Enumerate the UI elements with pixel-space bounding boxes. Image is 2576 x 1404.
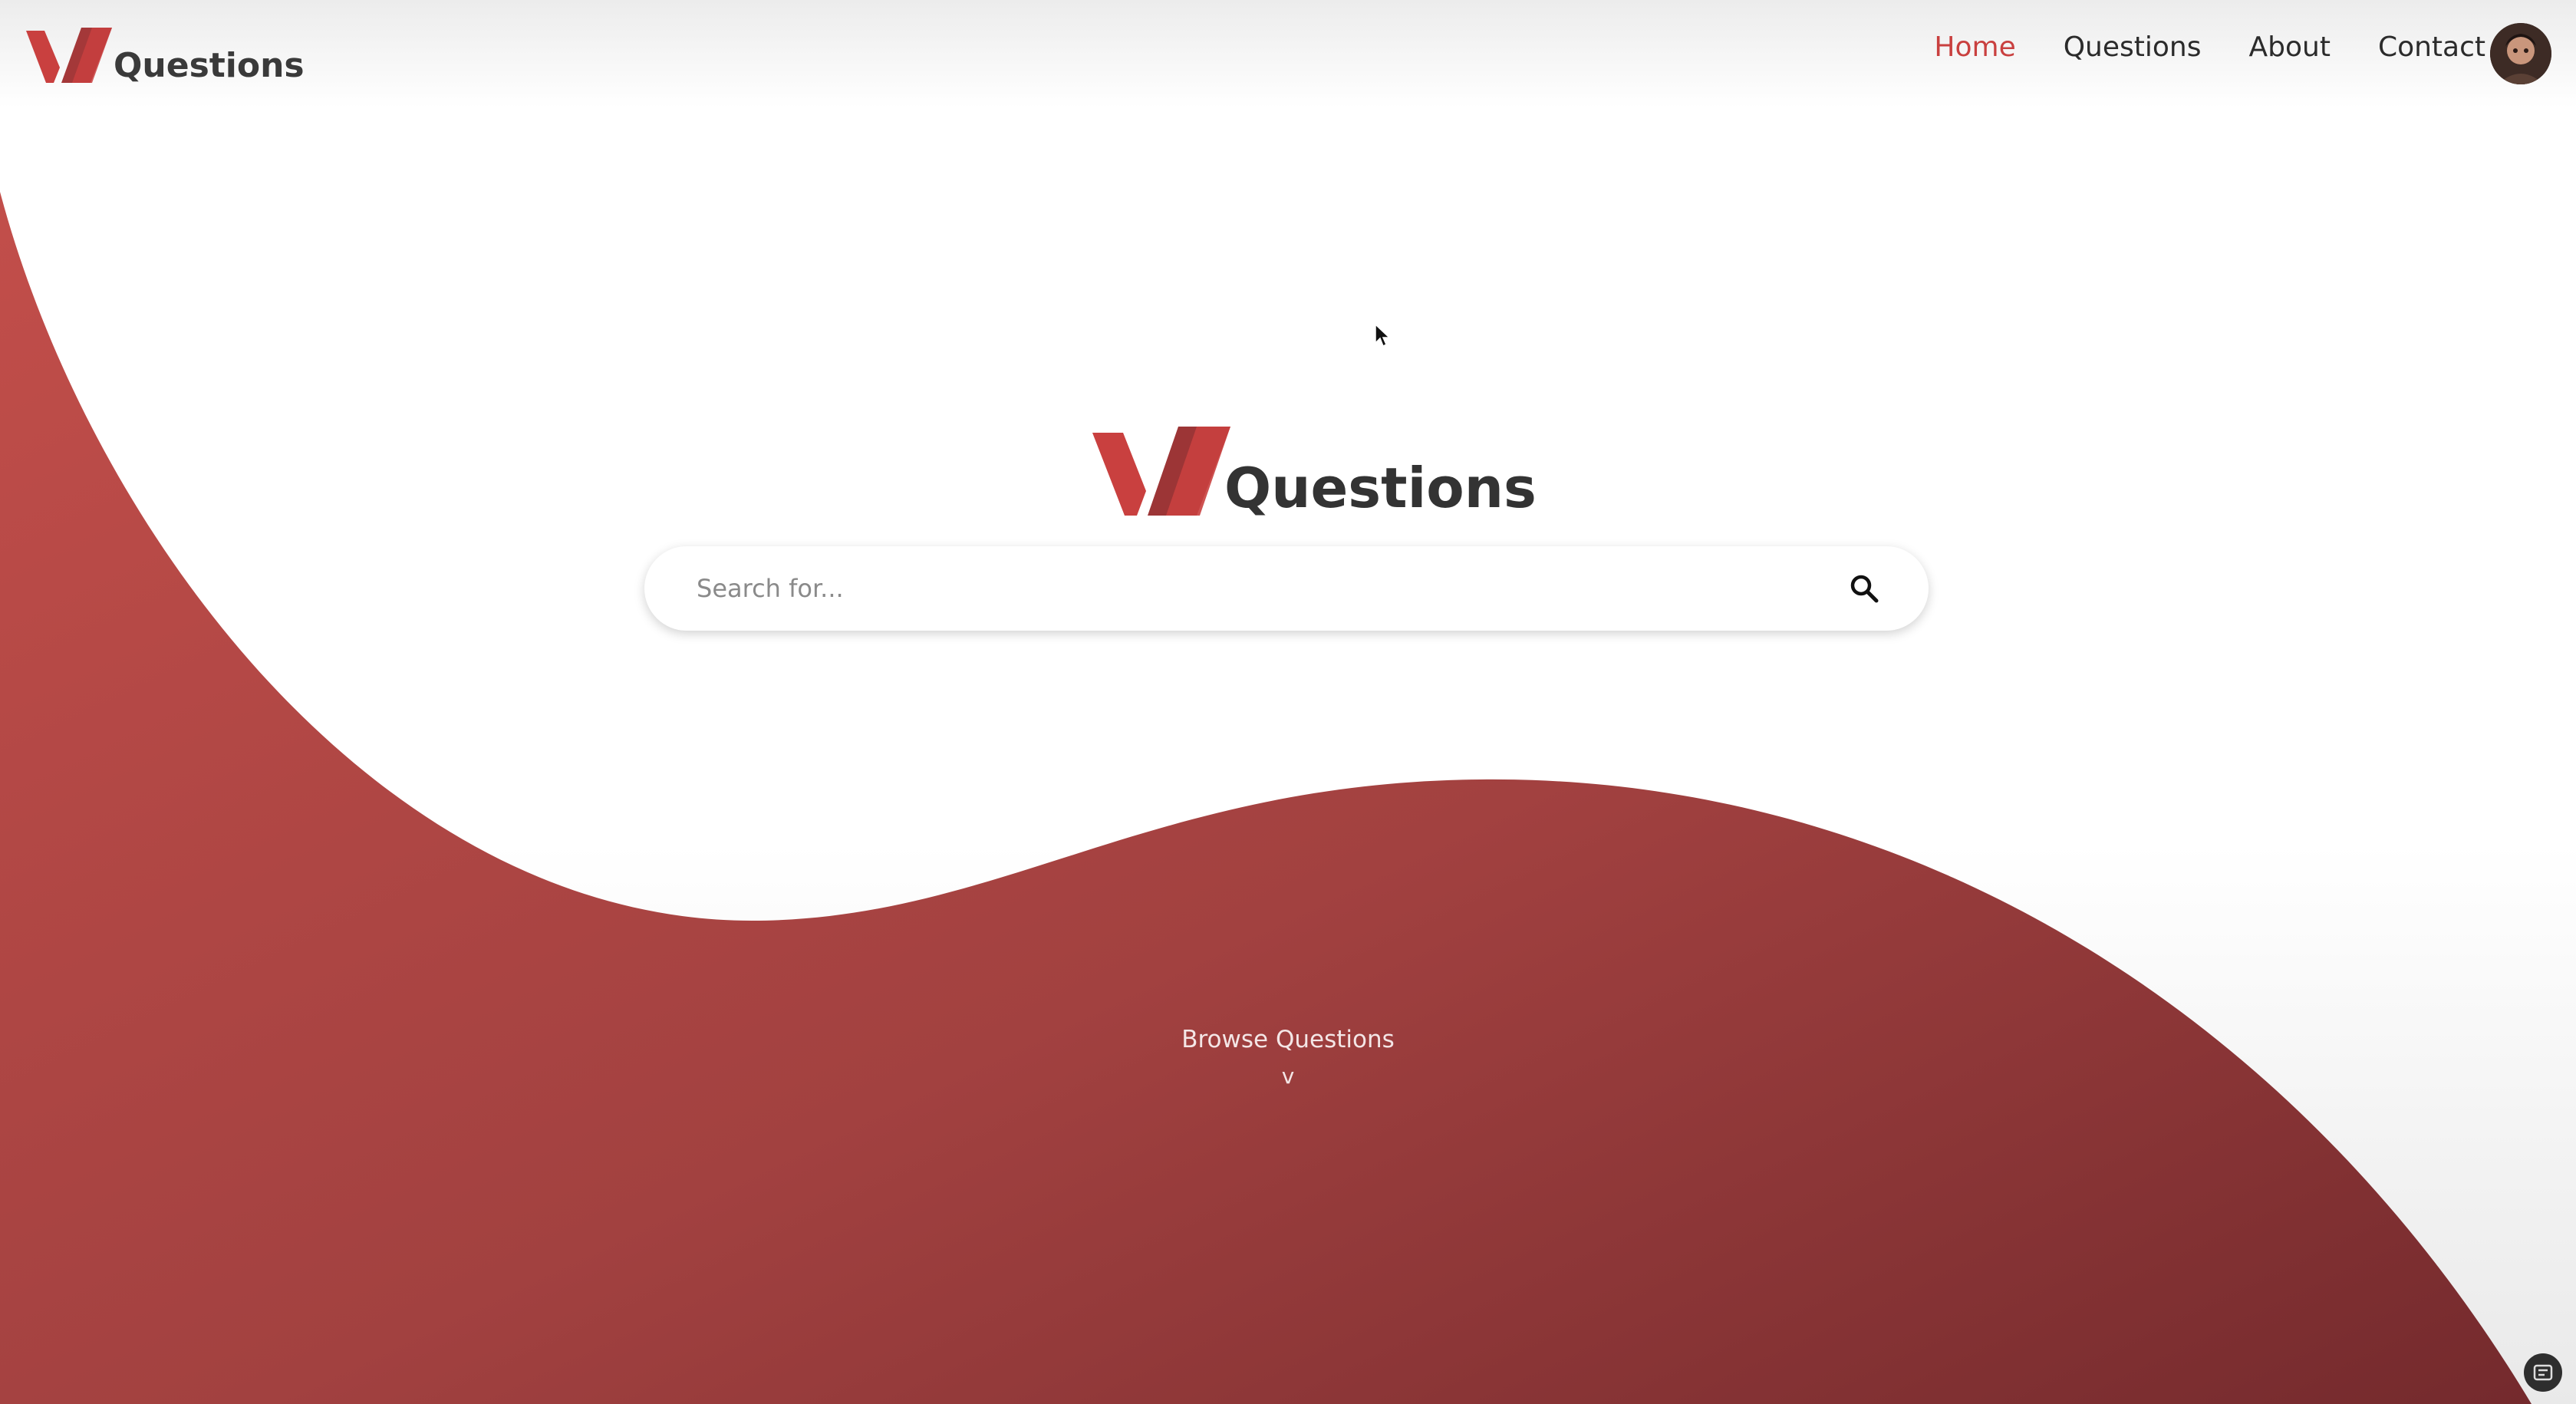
brand-logo-text: Questions bbox=[114, 46, 305, 85]
search-icon[interactable] bbox=[1846, 570, 1883, 607]
main-nav: Home Questions About Contact bbox=[1886, 34, 2485, 61]
mouse-cursor-icon bbox=[1375, 323, 1392, 352]
nav-home[interactable]: Home bbox=[1934, 34, 2015, 61]
brand-logo-icon bbox=[26, 28, 112, 83]
browse-questions[interactable]: Browse Questions v bbox=[0, 1028, 2576, 1087]
search-input[interactable] bbox=[695, 573, 1846, 604]
user-avatar[interactable] bbox=[2490, 23, 2551, 84]
top-navbar: Questions Home Questions About Contact bbox=[0, 0, 2576, 115]
hero-logo-text: Questions bbox=[1224, 456, 1537, 520]
hero-logo-icon bbox=[1092, 427, 1230, 516]
avatar-icon bbox=[2490, 23, 2551, 84]
hero-wave-background bbox=[0, 192, 2532, 1404]
nav-about[interactable]: About bbox=[2249, 34, 2331, 61]
page: Questions Home Questions About Contact Q… bbox=[0, 0, 2576, 1404]
chevron-down-icon[interactable]: v bbox=[0, 1066, 2576, 1087]
nav-questions[interactable]: Questions bbox=[2064, 34, 2202, 61]
screen-capture-icon[interactable] bbox=[2524, 1353, 2562, 1392]
nav-contact[interactable]: Contact bbox=[2378, 34, 2485, 61]
brand-logo[interactable]: Questions bbox=[26, 23, 305, 86]
search-bar bbox=[644, 546, 1929, 631]
browse-questions-label[interactable]: Browse Questions bbox=[1181, 1028, 1395, 1052]
hero-logo: Questions bbox=[1092, 420, 1537, 520]
